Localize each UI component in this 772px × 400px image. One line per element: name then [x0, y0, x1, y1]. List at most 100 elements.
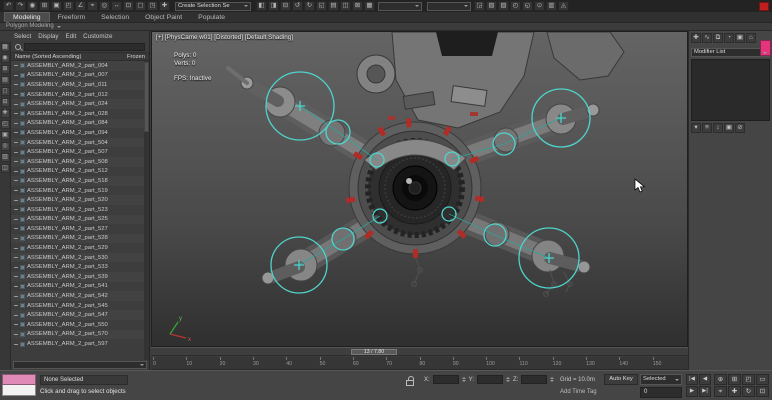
toolbar-icon[interactable]: ◰: [63, 1, 74, 11]
stack-tool-icon[interactable]: ▣: [724, 123, 734, 133]
viewport-nav-icon[interactable]: ⊕: [714, 374, 727, 385]
toolbar-icon[interactable]: ◉: [27, 1, 38, 11]
list-item[interactable]: ASSEMBLY_ARM_2_part_527: [11, 224, 149, 234]
coord-spinner[interactable]: [461, 375, 466, 384]
toolbar-icon[interactable]: ▥: [546, 1, 557, 11]
toolbar-combo-1[interactable]: [378, 1, 422, 11]
toolbar-icon[interactable]: ↔: [111, 1, 122, 11]
toolbar-icon[interactable]: ▣: [51, 1, 62, 11]
timeline-ruler[interactable]: 0 10 20 30 40 50 60 70 80 90 100 110 120 130 140 150: [151, 357, 688, 370]
viewport-nav-icon[interactable]: ↻: [742, 386, 755, 397]
list-item[interactable]: ASSEMBLY_ARM_2_part_518: [11, 176, 149, 186]
filter-icon[interactable]: ▦: [0, 43, 10, 52]
toolbar-combo-2[interactable]: [427, 1, 471, 11]
toolbar-icon[interactable]: ◎: [99, 1, 110, 11]
toolbar-icon[interactable]: ◱: [316, 1, 327, 11]
viewport-nav-icon[interactable]: ⊞: [728, 374, 741, 385]
toolbar-icon[interactable]: ⊠: [352, 1, 363, 11]
current-frame-field[interactable]: 0: [640, 387, 682, 398]
list-item[interactable]: ASSEMBLY_ARM_2_part_539: [11, 272, 149, 282]
modifier-stack[interactable]: [691, 59, 770, 121]
listener-macro-line[interactable]: [2, 374, 36, 385]
filter-icon[interactable]: ◰: [0, 120, 10, 129]
stack-tool-icon[interactable]: ↕: [713, 123, 723, 133]
toolbar-icon[interactable]: ↷: [15, 1, 26, 11]
filter-icon[interactable]: ▤: [0, 76, 10, 85]
explorer-footer-combo[interactable]: [13, 361, 147, 369]
list-item[interactable]: ASSEMBLY_ARM_2_part_530: [11, 252, 149, 263]
filter-icon[interactable]: ⊟: [0, 98, 10, 107]
modifier-list-dropdown[interactable]: Modifier List: [691, 48, 770, 57]
list-item[interactable]: ASSEMBLY_ARM_2_part_084: [11, 118, 149, 129]
toolbar-icon[interactable]: ⊞: [39, 1, 50, 11]
viewport-nav-icon[interactable]: ⊡: [756, 386, 769, 397]
viewport-label[interactable]: [+] [PhysCame w01] [Distorted] [Default …: [156, 34, 293, 41]
filter-icon[interactable]: ◻: [0, 87, 10, 96]
menu-item[interactable]: Customize: [83, 33, 112, 40]
toolbar-icon[interactable]: ▤: [328, 1, 339, 11]
playback-button[interactable]: ◀: [699, 374, 711, 385]
toolbar-icon[interactable]: ⌖: [87, 1, 98, 11]
viewport-nav-icon[interactable]: ◰: [742, 374, 755, 385]
ribbon-tab-object-paint[interactable]: Object Paint: [137, 13, 190, 22]
named-selection-set-combo[interactable]: Create Selection Se: [175, 1, 251, 11]
toolbar-icon[interactable]: ✚: [159, 1, 170, 11]
filter-icon[interactable]: ◎: [0, 142, 10, 151]
toolbar-icon[interactable]: ▨: [498, 1, 509, 11]
command-panel-tab-icon[interactable]: ⧉: [713, 32, 723, 43]
list-item[interactable]: ASSEMBLY_ARM_2_part_504: [11, 137, 149, 148]
time-slider-handle[interactable]: 13 / 7.80: [351, 349, 397, 355]
coord-input[interactable]: [432, 375, 459, 384]
toolbar-icon[interactable]: ◨: [268, 1, 279, 11]
toolbar-icon[interactable]: ↺: [292, 1, 303, 11]
ribbon-tab-selection[interactable]: Selection: [93, 13, 137, 22]
filter-icon[interactable]: ▥: [0, 153, 10, 162]
list-item[interactable]: ASSEMBLY_ARM_2_part_542: [11, 291, 149, 301]
list-item[interactable]: ASSEMBLY_ARM_2_part_508: [11, 156, 149, 167]
toolbar-icon[interactable]: ∠: [75, 1, 86, 11]
stack-tool-icon[interactable]: ▾: [691, 123, 701, 133]
list-item[interactable]: ASSEMBLY_ARM_2_part_028: [11, 109, 149, 119]
toolbar-icon[interactable]: ◲: [474, 1, 485, 11]
key-mode-dropdown[interactable]: Selected: [640, 374, 682, 385]
playback-button[interactable]: ▶|: [699, 386, 711, 397]
list-item[interactable]: ASSEMBLY_ARM_2_part_529: [11, 243, 149, 253]
toolbar-icon[interactable]: ◫: [340, 1, 351, 11]
list-item[interactable]: ASSEMBLY_ARM_2_part_523: [11, 205, 149, 215]
toolbar-icon[interactable]: ⊡: [123, 1, 134, 11]
add-time-tag[interactable]: Add Time Tag: [560, 389, 597, 395]
scrollbar-thumb[interactable]: [144, 62, 149, 132]
list-item[interactable]: ASSEMBLY_ARM_2_part_512: [11, 167, 149, 177]
viewport-nav-icon[interactable]: ⌖: [714, 386, 727, 397]
coord-spinner[interactable]: [506, 375, 511, 384]
list-item[interactable]: ASSEMBLY_ARM_2_part_533: [11, 262, 149, 272]
menu-item[interactable]: Edit: [66, 33, 77, 40]
toolbar-icon[interactable]: ▧: [486, 1, 497, 11]
viewport-nav-icon[interactable]: ▭: [756, 374, 769, 385]
filter-icon[interactable]: ✚: [0, 109, 10, 118]
time-slider-track[interactable]: 13 / 7.80: [151, 347, 688, 356]
listener-script-line[interactable]: [2, 385, 36, 396]
playback-button[interactable]: ▶: [686, 386, 698, 397]
viewport[interactable]: x y [+] [PhysCame w01] [Distorted] [Defa…: [151, 31, 688, 347]
column-header-name[interactable]: Name (Sorted Ascending): [15, 54, 81, 60]
list-item[interactable]: ASSEMBLY_ARM_2_part_004: [11, 61, 149, 71]
toolbar-icon[interactable]: ▢: [135, 1, 146, 11]
list-item[interactable]: ASSEMBLY_ARM_2_part_570: [11, 329, 149, 340]
list-item[interactable]: ASSEMBLY_ARM_2_part_547: [11, 310, 149, 321]
command-panel-tab-icon[interactable]: ∿: [702, 32, 712, 43]
list-item[interactable]: ASSEMBLY_ARM_2_part_507: [11, 147, 149, 157]
coord-input[interactable]: [477, 375, 504, 384]
stack-tool-icon[interactable]: ⊘: [735, 123, 745, 133]
playback-button[interactable]: |◀: [686, 374, 698, 385]
list-item[interactable]: ASSEMBLY_ARM_2_part_525: [11, 214, 149, 225]
list-item[interactable]: ASSEMBLY_ARM_2_part_094: [11, 128, 149, 138]
toolbar-icon[interactable]: ↶: [3, 1, 14, 11]
maxscript-mini-listener[interactable]: [2, 374, 36, 398]
viewport-nav-icon[interactable]: ✚: [728, 386, 741, 397]
list-item[interactable]: ASSEMBLY_ARM_2_part_597: [11, 339, 149, 349]
list-item[interactable]: ASSEMBLY_ARM_2_part_012: [11, 90, 149, 100]
ribbon-tab-freeform[interactable]: Freeform: [50, 13, 94, 22]
list-item[interactable]: ASSEMBLY_ARM_2_part_011: [11, 80, 149, 90]
toolbar-icon[interactable]: ⊙: [534, 1, 545, 11]
